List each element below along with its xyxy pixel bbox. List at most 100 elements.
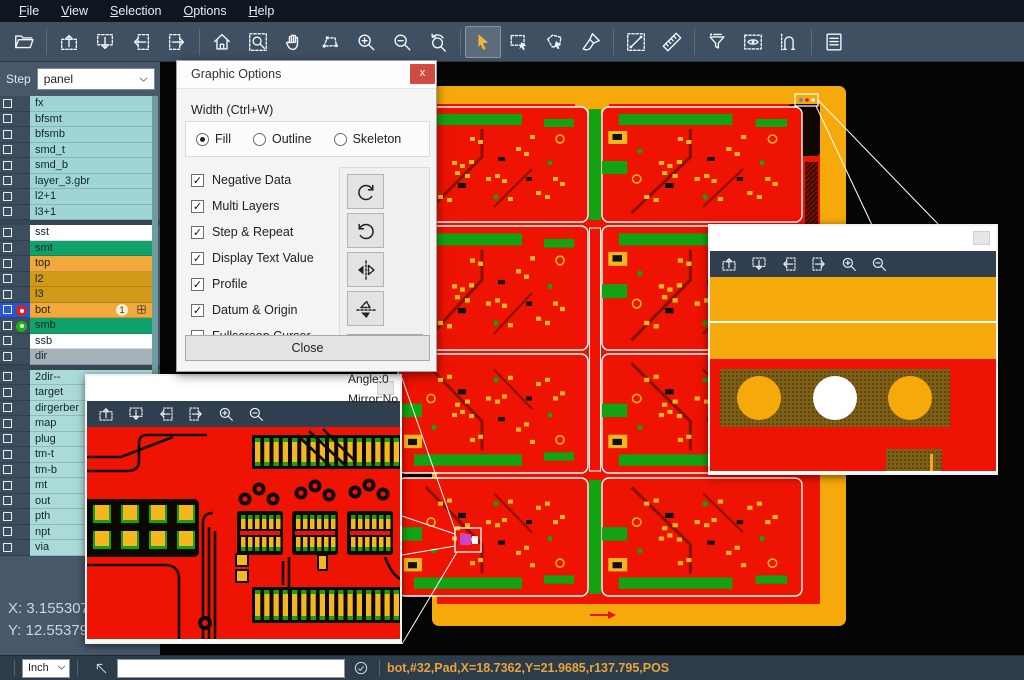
command-input[interactable]: [117, 659, 345, 678]
checkbox-multi-layers[interactable]: ✓Multi Layers: [191, 193, 314, 219]
panel-left-button[interactable]: [123, 26, 159, 58]
radio-fill[interactable]: Fill: [196, 132, 231, 146]
layer-visibility-checkbox[interactable]: [0, 127, 30, 143]
checkbox-step-repeat[interactable]: ✓Step & Repeat: [191, 219, 314, 245]
panel-down-button[interactable]: [744, 252, 774, 276]
layer-row-layer_3.gbr[interactable]: layer_3.gbr: [0, 174, 160, 190]
layer-row-ssb[interactable]: ssb: [0, 334, 160, 350]
layer-row-bfsmt[interactable]: bfsmt: [0, 112, 160, 128]
rect-select-button[interactable]: [501, 26, 537, 58]
menu-item-help[interactable]: Help: [238, 2, 286, 20]
unit-select[interactable]: Inch: [22, 659, 70, 678]
layer-visibility-checkbox[interactable]: [0, 256, 30, 272]
rotate-cw-button[interactable]: [347, 174, 384, 209]
zoom-out-button[interactable]: [384, 26, 420, 58]
menu-item-file[interactable]: File: [8, 2, 50, 20]
dialog-titlebar[interactable]: Graphic Options x: [177, 61, 436, 89]
layer-visibility-checkbox[interactable]: [0, 385, 30, 401]
layer-visibility-checkbox[interactable]: [0, 96, 30, 112]
layer-row-sst[interactable]: sst: [0, 225, 160, 241]
layer-row-l3+1[interactable]: l3+1: [0, 205, 160, 221]
layer-visibility-checkbox[interactable]: [0, 158, 30, 174]
layer-row-smt[interactable]: smt: [0, 241, 160, 257]
select-arrow-button[interactable]: [465, 26, 501, 58]
zoom-out-button[interactable]: [241, 402, 271, 426]
layer-row-dir[interactable]: dir: [0, 349, 160, 365]
layer-visibility-checkbox[interactable]: [0, 370, 30, 386]
panel-right-button[interactable]: [181, 402, 211, 426]
layer-row-l2+1[interactable]: l2+1: [0, 189, 160, 205]
ruler-button[interactable]: [654, 26, 690, 58]
panel-left-button[interactable]: [151, 402, 181, 426]
layer-visibility-checkbox[interactable]: [0, 509, 30, 525]
panel-left-button[interactable]: [774, 252, 804, 276]
zoom-previous-button[interactable]: [420, 26, 456, 58]
radio-skeleton[interactable]: Skeleton: [334, 132, 402, 146]
layer-visibility-checkbox[interactable]: [0, 303, 30, 319]
magnifier-titlebar[interactable]: [710, 226, 996, 251]
layer-visibility-checkbox[interactable]: [0, 225, 30, 241]
panel-up-button[interactable]: [714, 252, 744, 276]
layer-visibility-checkbox[interactable]: [0, 401, 30, 417]
magnifier-menu-button[interactable]: [973, 231, 990, 245]
layer-row-l2[interactable]: l2: [0, 272, 160, 288]
close-icon[interactable]: x: [410, 64, 435, 84]
apply-icon[interactable]: [353, 660, 369, 676]
layer-row-bot[interactable]: bot1: [0, 303, 160, 319]
mirror-v-button[interactable]: [347, 291, 384, 326]
layer-row-smb[interactable]: smb: [0, 318, 160, 334]
layer-visibility-checkbox[interactable]: [0, 478, 30, 494]
grid-icon[interactable]: [136, 304, 147, 319]
layer-visibility-checkbox[interactable]: [0, 112, 30, 128]
layer-visibility-checkbox[interactable]: [0, 432, 30, 448]
layer-visibility-checkbox[interactable]: [0, 205, 30, 221]
layer-visibility-checkbox[interactable]: [0, 494, 30, 510]
zoom-in-button[interactable]: [834, 252, 864, 276]
layer-visibility-checkbox[interactable]: [0, 540, 30, 556]
layer-row-smd_b[interactable]: smd_b: [0, 158, 160, 174]
layer-visibility-checkbox[interactable]: [0, 318, 30, 334]
layer-visibility-checkbox[interactable]: [0, 349, 30, 365]
filter-button[interactable]: [699, 26, 735, 58]
home-button[interactable]: [204, 26, 240, 58]
zoom-in-button[interactable]: [211, 402, 241, 426]
radio-outline[interactable]: Outline: [253, 132, 312, 146]
angle-measure-icon[interactable]: [93, 660, 109, 676]
zoom-out-button[interactable]: [864, 252, 894, 276]
layer-visibility-checkbox[interactable]: [0, 189, 30, 205]
panel-right-button[interactable]: [804, 252, 834, 276]
layer-row-top[interactable]: top: [0, 256, 160, 272]
layer-visibility-checkbox[interactable]: [0, 287, 30, 303]
checkbox-datum-origin[interactable]: ✓Datum & Origin: [191, 297, 314, 323]
panel-right-button[interactable]: [159, 26, 195, 58]
layer-row-l3[interactable]: l3: [0, 287, 160, 303]
layer-visibility-checkbox[interactable]: [0, 447, 30, 463]
layer-row-smd_t[interactable]: smd_t: [0, 143, 160, 159]
layer-visibility-checkbox[interactable]: [0, 463, 30, 479]
checkbox-display-text-value[interactable]: ✓Display Text Value: [191, 245, 314, 271]
panel-up-button[interactable]: [91, 402, 121, 426]
zoom-in-button[interactable]: [348, 26, 384, 58]
layer-visibility-checkbox[interactable]: [0, 272, 30, 288]
pan-hand-button[interactable]: [276, 26, 312, 58]
layer-visibility-checkbox[interactable]: [0, 241, 30, 257]
layer-visibility-checkbox[interactable]: [0, 334, 30, 350]
layer-visibility-checkbox[interactable]: [0, 525, 30, 541]
magnifier-view[interactable]: [710, 277, 996, 471]
menu-item-options[interactable]: Options: [172, 2, 237, 20]
layer-visibility-checkbox[interactable]: [0, 174, 30, 190]
layer-visibility-checkbox[interactable]: [0, 416, 30, 432]
step-select[interactable]: panel: [37, 68, 155, 90]
checkbox-profile[interactable]: ✓Profile: [191, 271, 314, 297]
menu-item-view[interactable]: View: [50, 2, 99, 20]
zoom-lasso-button[interactable]: [312, 26, 348, 58]
rotate-ccw-button[interactable]: [347, 213, 384, 248]
checkbox-negative-data[interactable]: ✓Negative Data: [191, 167, 314, 193]
report-button[interactable]: [816, 26, 852, 58]
view-eye-button[interactable]: [735, 26, 771, 58]
panel-down-button[interactable]: [87, 26, 123, 58]
measure-diag-button[interactable]: [618, 26, 654, 58]
panel-down-button[interactable]: [121, 402, 151, 426]
layer-visibility-checkbox[interactable]: [0, 143, 30, 159]
snap-button[interactable]: [771, 26, 807, 58]
